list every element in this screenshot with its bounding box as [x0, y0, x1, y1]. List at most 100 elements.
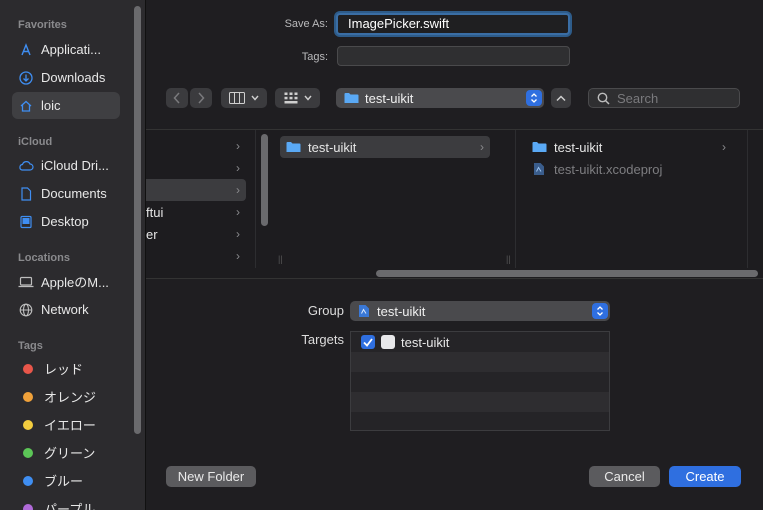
chevron-right-icon: › [236, 227, 240, 241]
sidebar-item-label: グリーン [44, 446, 96, 461]
blue-tag-icon [23, 475, 33, 486]
list-item[interactable]: › [146, 157, 246, 179]
sidebar-item-tag-purple[interactable]: パープル [12, 495, 120, 510]
search-field[interactable]: Search [588, 88, 740, 108]
chevron-right-icon: › [236, 183, 240, 197]
column-resize-handle[interactable]: || [278, 254, 283, 264]
sidebar-item-tag-red[interactable]: レッド [12, 355, 120, 382]
sidebar-item-label: ブルー [44, 474, 84, 489]
grid-icon [284, 92, 297, 104]
columns-view-icon [229, 92, 245, 104]
list-item[interactable]: test-uikit › [280, 136, 490, 158]
chevron-left-icon [173, 92, 180, 104]
search-icon [597, 92, 610, 105]
sidebar-item-tag-yellow[interactable]: イエロー [12, 411, 120, 438]
sidebar-item-label: loic [41, 98, 61, 113]
sidebar-scrollbar[interactable] [134, 6, 141, 434]
folder-icon [344, 93, 359, 103]
sidebar-item-tag-orange[interactable]: オレンジ [12, 383, 120, 410]
target-row-empty [351, 412, 609, 432]
chevron-right-icon: › [480, 140, 484, 154]
locations-heading: Locations [18, 252, 70, 264]
save-as-field[interactable]: ImagePicker.swift [336, 13, 570, 35]
sidebar-item-network[interactable]: Network [12, 296, 120, 323]
popup-stepper-icon [526, 90, 542, 106]
orange-tag-icon [23, 391, 33, 402]
list-item[interactable]: test-uikit.xcodeproj [532, 158, 732, 180]
view-mode-button[interactable] [221, 88, 267, 108]
xcodeproj-icon [359, 305, 369, 317]
collapse-button[interactable] [551, 88, 571, 108]
browser-column-3: test-uikit › test-uikit.xcodeproj || [506, 130, 748, 268]
sidebar-item-icloud-drive[interactable]: iCloud Dri... [12, 152, 120, 179]
list-item[interactable]: › [146, 135, 246, 157]
checkmark-icon [363, 337, 373, 347]
chevron-down-icon [303, 95, 312, 101]
column-resize-handle[interactable]: || [506, 254, 511, 264]
laptop-icon [18, 274, 34, 290]
browser-column-1: › › › ftui › er › › [146, 130, 268, 268]
save-as-label: Save As: [284, 18, 328, 30]
sidebar-item-label: パープル [44, 502, 96, 510]
group-by-button[interactable] [275, 88, 320, 108]
sidebar-item-label: AppleのM... [41, 275, 109, 290]
list-item[interactable]: test-uikit › [532, 136, 732, 158]
sidebar-item-mac[interactable]: AppleのM... [12, 268, 120, 295]
target-label: test-uikit [401, 335, 450, 350]
sidebar-item-label: Downloads [41, 70, 106, 85]
sidebar-item-desktop[interactable]: Desktop [12, 208, 120, 235]
chevron-right-icon: › [236, 249, 240, 263]
sidebar-item-applications[interactable]: Applicati... [12, 36, 120, 63]
horizontal-scrollbar[interactable] [376, 270, 758, 277]
cancel-button[interactable]: Cancel [589, 466, 660, 487]
targets-list: test-uikit [350, 331, 610, 431]
document-icon [18, 186, 34, 202]
sidebar-item-label: Applicati... [41, 42, 101, 57]
xcodeproj-icon [534, 163, 544, 175]
popup-stepper-icon [592, 303, 608, 319]
sidebar-item-label: Documents [41, 186, 107, 201]
sidebar: Favorites Applicati... Downloads loic iC… [0, 0, 146, 510]
sidebar-item-label: Network [41, 302, 89, 317]
new-folder-button[interactable]: New Folder [166, 466, 256, 487]
purple-tag-icon [23, 503, 33, 510]
sidebar-item-home[interactable]: loic [12, 92, 120, 119]
sidebar-item-tag-blue[interactable]: ブルー [12, 467, 120, 494]
tags-field[interactable] [337, 46, 570, 66]
sidebar-item-label: レッド [44, 362, 84, 377]
file-browser: › › › ftui › er › › test-uikit › || test-u… [146, 129, 763, 279]
target-row[interactable]: test-uikit [351, 332, 609, 352]
sidebar-item-documents[interactable]: Documents [12, 180, 120, 207]
sidebar-item-label: iCloud Dri... [41, 158, 109, 173]
downloads-icon [18, 70, 34, 86]
green-tag-icon [23, 447, 33, 458]
sidebar-item-tag-green[interactable]: グリーン [12, 439, 120, 466]
group-popup[interactable]: test-uikit [350, 301, 610, 321]
list-item[interactable]: ftui › [146, 201, 246, 223]
app-target-icon [381, 335, 395, 349]
group-label: Group [307, 303, 344, 318]
list-item[interactable]: › [146, 245, 246, 267]
chevron-right-icon: › [236, 205, 240, 219]
column-scrollbar[interactable] [261, 134, 268, 226]
applications-icon [18, 42, 34, 58]
sidebar-item-downloads[interactable]: Downloads [12, 64, 120, 91]
list-item[interactable]: › [146, 179, 246, 201]
tags-heading: Tags [18, 340, 43, 352]
chevron-right-icon: › [722, 140, 726, 154]
target-checkbox[interactable] [361, 335, 375, 349]
forward-button[interactable] [190, 88, 212, 108]
targets-label: Targets [301, 332, 344, 347]
list-item[interactable]: er › [146, 223, 246, 245]
create-button[interactable]: Create [669, 466, 741, 487]
network-icon [18, 302, 34, 318]
desktop-icon [18, 214, 34, 230]
target-row-empty [351, 392, 609, 412]
back-button[interactable] [166, 88, 188, 108]
path-folder-label: test-uikit [365, 90, 414, 106]
path-popup[interactable]: test-uikit [336, 88, 544, 108]
favorites-heading: Favorites [18, 19, 67, 31]
sidebar-item-label: イエロー [44, 418, 96, 433]
cloud-icon [18, 158, 34, 174]
target-row-empty [351, 372, 609, 392]
